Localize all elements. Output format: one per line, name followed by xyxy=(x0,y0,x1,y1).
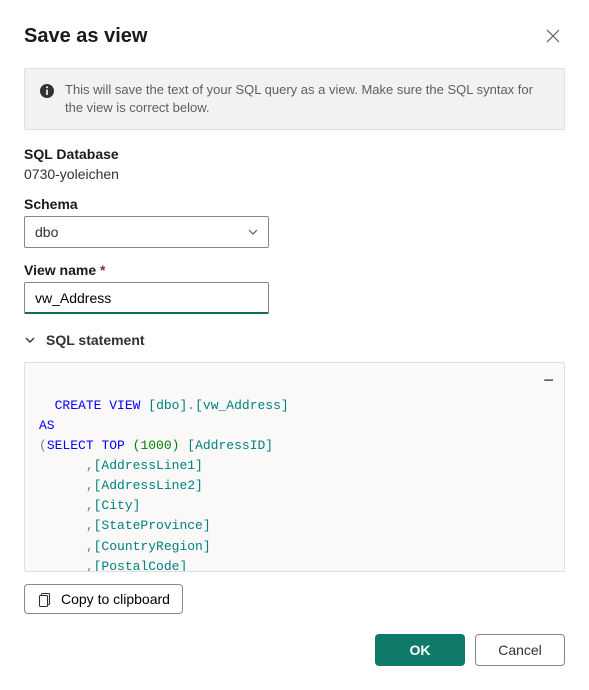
clipboard-icon xyxy=(37,591,53,607)
sql-statement-toggle[interactable]: SQL statement xyxy=(24,332,565,348)
database-label: SQL Database xyxy=(24,146,565,162)
dialog-footer: OK Cancel xyxy=(24,634,565,666)
cancel-button[interactable]: Cancel xyxy=(475,634,565,666)
copy-button-label: Copy to clipboard xyxy=(61,591,170,607)
view-name-input[interactable] xyxy=(24,282,269,314)
schema-select-value: dbo xyxy=(35,224,58,240)
info-icon xyxy=(39,83,55,99)
collapse-region-icon[interactable]: − xyxy=(543,369,554,397)
sql-statement-label: SQL statement xyxy=(46,332,145,348)
required-asterisk: * xyxy=(100,262,105,278)
info-text: This will save the text of your SQL quer… xyxy=(65,81,550,117)
dialog-header: Save as view xyxy=(24,24,565,48)
close-icon xyxy=(545,28,561,44)
schema-select[interactable]: dbo xyxy=(24,216,269,248)
close-button[interactable] xyxy=(541,24,565,48)
schema-label: Schema xyxy=(24,196,565,212)
copy-to-clipboard-button[interactable]: Copy to clipboard xyxy=(24,584,183,614)
sql-code-viewer[interactable]: −CREATE VIEW [dbo].[vw_Address] AS (SELE… xyxy=(24,362,565,572)
database-value: 0730-yoleichen xyxy=(24,166,565,182)
ok-button[interactable]: OK xyxy=(375,634,465,666)
view-name-label: View name * xyxy=(24,262,565,278)
info-banner: This will save the text of your SQL quer… xyxy=(24,68,565,130)
chevron-down-icon xyxy=(24,334,36,346)
dialog-title: Save as view xyxy=(24,25,147,48)
